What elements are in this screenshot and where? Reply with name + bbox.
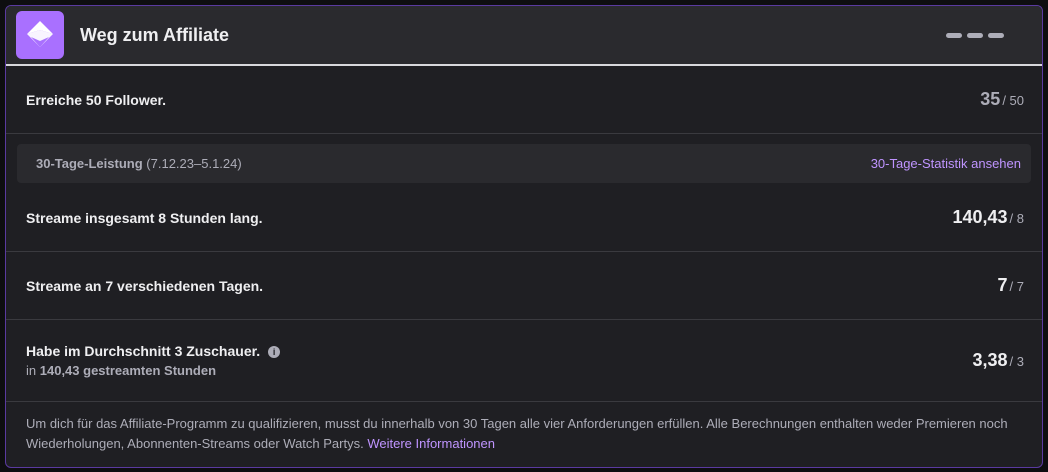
requirement-label: Erreiche 50 Follower. bbox=[26, 91, 167, 108]
performance-title: 30-Tage-Leistung bbox=[36, 156, 143, 171]
progress-value: 7 bbox=[997, 275, 1008, 295]
requirement-followers: Erreiche 50 Follower. 35 / 50 bbox=[6, 66, 1042, 134]
requirement-label-wrap: Habe im Durchschnitt 3 Zuschauer. i bbox=[26, 343, 281, 359]
progress-goal: / 3 bbox=[1009, 354, 1024, 369]
panel-header: Weg zum Affiliate bbox=[6, 6, 1042, 66]
requirement-days: Streame an 7 verschiedenen Tagen. 7 / 7 bbox=[6, 252, 1042, 320]
progress-goal: / 8 bbox=[1009, 211, 1024, 226]
progress-value: 3,38 bbox=[972, 350, 1008, 370]
progress-goal: / 7 bbox=[1009, 279, 1024, 294]
requirement-label: Streame an 7 verschiedenen Tagen. bbox=[26, 277, 264, 294]
panel-title: Weg zum Affiliate bbox=[80, 24, 230, 45]
progress-value: 140,43 bbox=[952, 207, 1008, 227]
requirement-label: Habe im Durchschnitt 3 Zuschauer. bbox=[26, 343, 261, 359]
requirement-label: Streame insgesamt 8 Stunden lang. bbox=[26, 209, 263, 226]
progress-goal: / 50 bbox=[1002, 93, 1024, 108]
affiliate-badge-icon bbox=[16, 11, 64, 59]
requirements-disclaimer: Um dich für das Affiliate-Programm zu qu… bbox=[26, 414, 1016, 454]
requirement-progress: 3,38 / 3 bbox=[972, 350, 1024, 371]
thirty-day-performance-bar: 30-Tage-Leistung (7.12.23–5.1.24) 30-Tag… bbox=[17, 144, 1031, 183]
performance-label: 30-Tage-Leistung (7.12.23–5.1.24) bbox=[36, 156, 242, 171]
sublabel-hours: 140,43 gestreamten Stunden bbox=[39, 363, 217, 378]
requirement-progress: 7 / 7 bbox=[998, 275, 1024, 296]
sublabel-prefix: in bbox=[26, 363, 37, 378]
disclaimer-text: Um dich für das Affiliate-Programm zu qu… bbox=[26, 416, 1008, 451]
affiliate-panel: Weg zum Affiliate Erreiche 50 Follower. … bbox=[5, 5, 1043, 468]
requirement-progress: 35 / 50 bbox=[980, 89, 1024, 110]
drag-handle-icon[interactable] bbox=[946, 33, 1004, 38]
requirement-text: Habe im Durchschnitt 3 Zuschauer. i in 14… bbox=[26, 343, 281, 378]
requirement-progress: 140,43 / 8 bbox=[952, 207, 1024, 228]
info-icon[interactable]: i bbox=[268, 346, 281, 358]
requirement-viewers: Habe im Durchschnitt 3 Zuschauer. i in 14… bbox=[6, 320, 1042, 402]
requirement-sublabel: in 140,43 gestreamten Stunden bbox=[26, 363, 280, 378]
progress-value: 35 bbox=[980, 89, 1001, 109]
requirement-hours: Streame insgesamt 8 Stunden lang. 140,43… bbox=[6, 184, 1042, 252]
view-stats-link[interactable]: 30-Tage-Statistik ansehen bbox=[871, 156, 1021, 171]
performance-range: (7.12.23–5.1.24) bbox=[146, 156, 242, 171]
more-info-link[interactable]: Weitere Informationen bbox=[367, 436, 495, 451]
